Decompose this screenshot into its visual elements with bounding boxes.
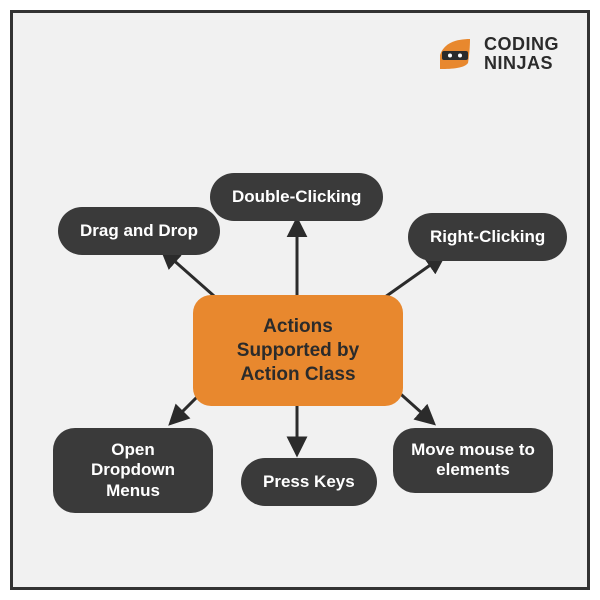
node-label: Move mouse to elements [411,440,535,479]
node-press-keys: Press Keys [241,458,377,506]
center-node: Actions Supported by Action Class [193,295,403,406]
center-label: Actions Supported by Action Class [237,316,359,385]
node-move-mouse: Move mouse to elements [393,428,553,493]
node-open-dropdown-menus: Open Dropdown Menus [53,428,213,513]
node-label: Open Dropdown Menus [91,440,175,500]
node-double-clicking: Double-Clicking [210,173,383,221]
node-drag-and-drop: Drag and Drop [58,207,220,255]
node-label: Right-Clicking [430,227,545,246]
node-label: Double-Clicking [232,187,361,206]
diagram-canvas: Actions Supported by Action Class Double… [13,13,587,587]
node-label: Drag and Drop [80,221,198,240]
node-label: Press Keys [263,472,355,491]
node-right-clicking: Right-Clicking [408,213,567,261]
diagram-frame: CODING NINJAS Actions Supported by Actio… [10,10,590,590]
